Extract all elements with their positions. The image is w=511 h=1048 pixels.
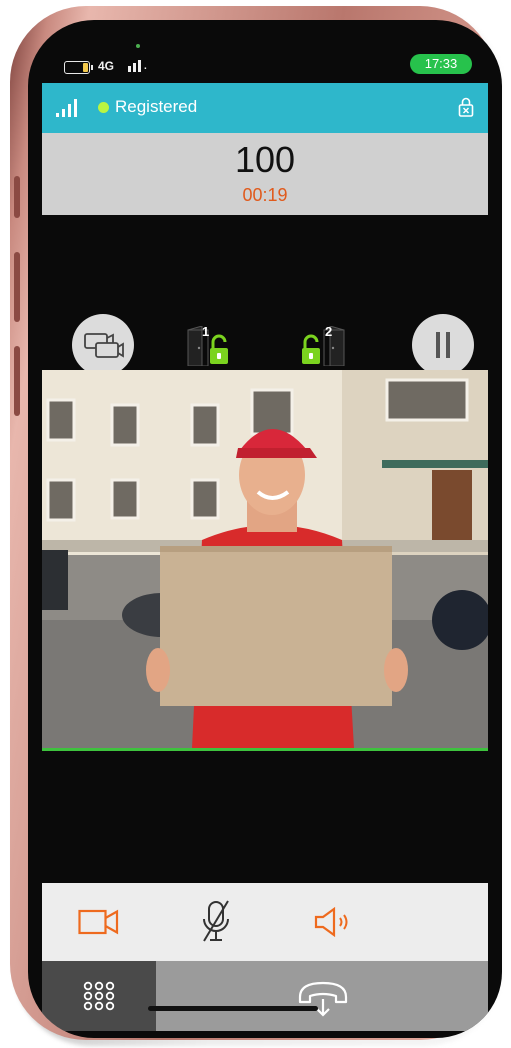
home-indicator bbox=[148, 1006, 318, 1011]
registration-status: Registered bbox=[115, 97, 198, 116]
door-2-label: 2 bbox=[325, 324, 333, 339]
status-time: 17:33 bbox=[410, 54, 472, 74]
camera-indicator bbox=[136, 44, 140, 48]
door-unlock-icon bbox=[302, 325, 345, 367]
screen: 4G . 17:33 Registered 100 00:19 1 2 bbox=[28, 20, 502, 1038]
network-type: 4G bbox=[98, 59, 115, 73]
signal-strength-icon bbox=[56, 99, 77, 117]
call-controls bbox=[42, 883, 488, 961]
call-duration: 00:19 bbox=[242, 185, 288, 205]
hangup-button[interactable] bbox=[156, 961, 488, 1031]
registration-status-dot bbox=[98, 102, 109, 113]
cell-signal-icon: . bbox=[128, 58, 147, 72]
keypad-icon bbox=[83, 981, 115, 1011]
microphone-off-icon[interactable] bbox=[198, 899, 234, 945]
pause-icon bbox=[436, 332, 440, 358]
volume-up-button bbox=[14, 252, 20, 322]
phone-frame: 4G . 17:33 Registered 100 00:19 1 2 bbox=[10, 6, 502, 1040]
speaker-icon[interactable] bbox=[314, 907, 354, 937]
pause-button[interactable] bbox=[412, 314, 474, 376]
call-info: 100 00:19 bbox=[42, 133, 488, 215]
volume-down-button bbox=[14, 346, 20, 416]
video-feed bbox=[42, 370, 488, 751]
action-button bbox=[14, 176, 20, 218]
door-1-unlock-button[interactable]: 1 bbox=[186, 324, 234, 367]
status-bar: 4G . 17:33 bbox=[28, 20, 502, 80]
lock-icon[interactable] bbox=[458, 97, 474, 117]
camera-switch-button[interactable] bbox=[72, 314, 134, 376]
door-unlock-icon bbox=[187, 325, 228, 367]
keypad-button[interactable] bbox=[42, 961, 156, 1031]
door-1-label: 1 bbox=[202, 324, 210, 339]
registration-bar: Registered bbox=[42, 83, 488, 133]
video-image bbox=[42, 370, 488, 748]
hangup-icon bbox=[298, 981, 348, 1017]
camera-switch-icon bbox=[84, 333, 124, 358]
bottom-bar bbox=[42, 961, 488, 1031]
door-2-unlock-button[interactable]: 2 bbox=[298, 324, 346, 367]
battery-icon bbox=[64, 61, 93, 74]
video-camera-icon[interactable] bbox=[78, 909, 120, 935]
call-number: 100 bbox=[234, 139, 296, 180]
